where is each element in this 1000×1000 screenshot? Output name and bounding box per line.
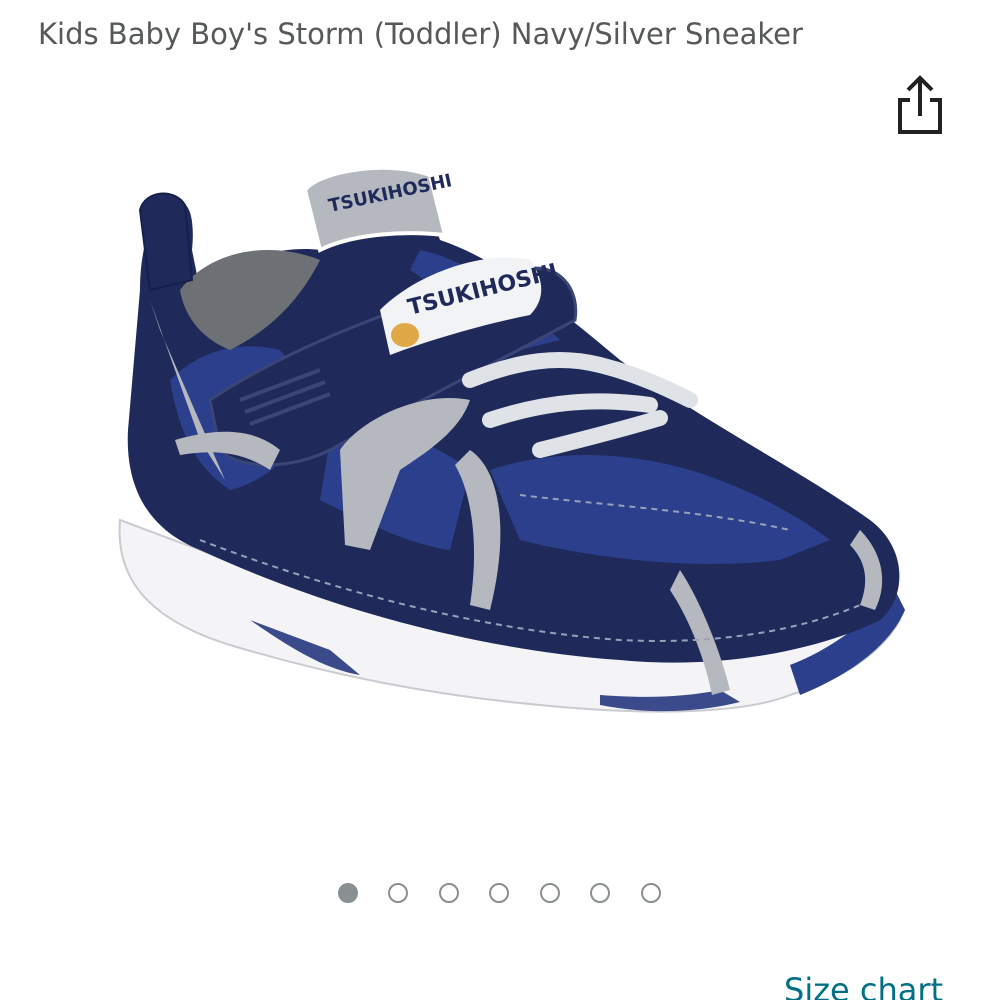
carousel-dot-2[interactable] bbox=[388, 883, 408, 903]
size-chart-link[interactable]: Size chart bbox=[784, 968, 943, 1000]
carousel-dot-6[interactable] bbox=[590, 883, 610, 903]
product-detail-page: Kids Baby Boy's Storm (Toddler) Navy/Sil… bbox=[0, 0, 1000, 1000]
share-button[interactable] bbox=[888, 72, 952, 140]
carousel-dot-4[interactable] bbox=[489, 883, 509, 903]
product-title: Kids Baby Boy's Storm (Toddler) Navy/Sil… bbox=[38, 17, 803, 51]
carousel-dot-1[interactable] bbox=[338, 883, 358, 903]
carousel-dot-5[interactable] bbox=[540, 883, 560, 903]
share-icon bbox=[898, 75, 942, 134]
product-image[interactable]: TSUKIHOSHI TSUKIHOSHI bbox=[0, 150, 1000, 810]
carousel-dot-7[interactable] bbox=[641, 883, 661, 903]
carousel-dot-3[interactable] bbox=[439, 883, 459, 903]
image-carousel-indicator bbox=[0, 883, 1000, 907]
